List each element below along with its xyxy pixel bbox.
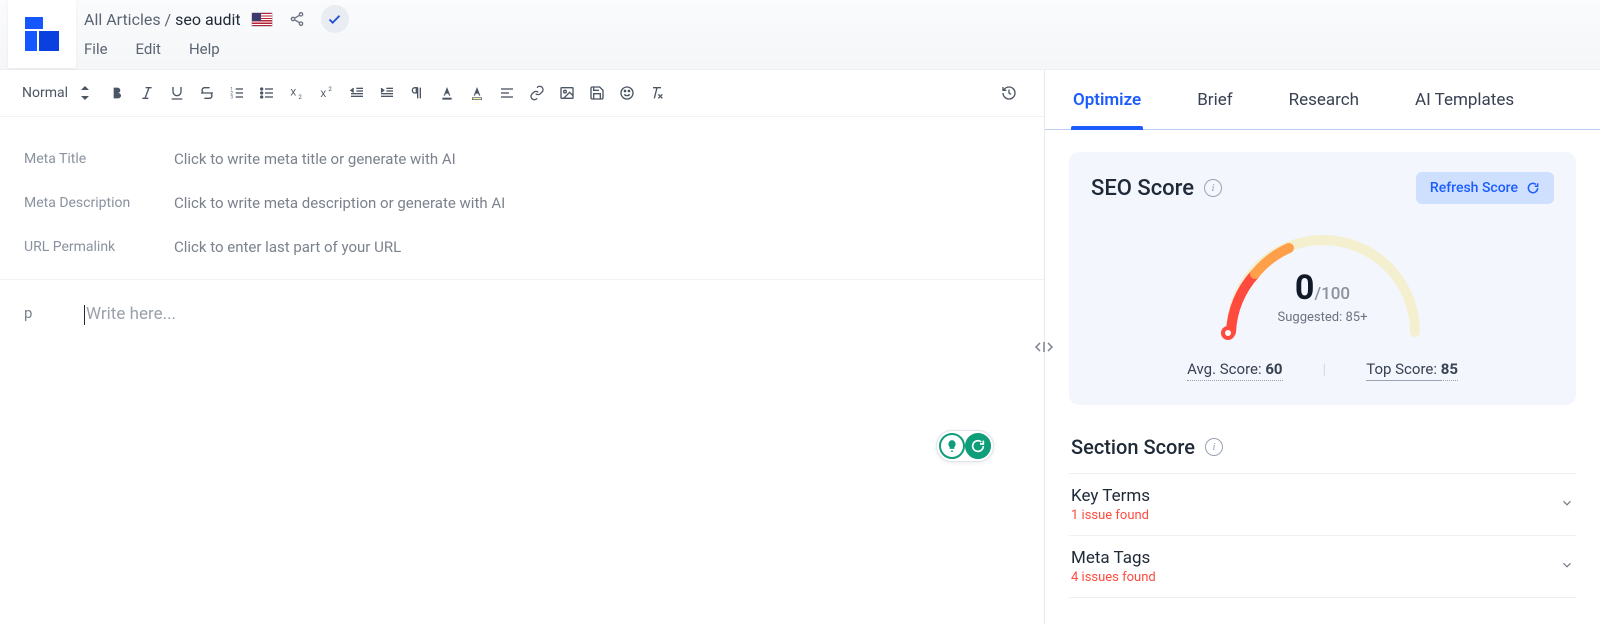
subscript-icon[interactable]: X2 [284, 80, 310, 106]
meta-title-label: Meta Title [24, 151, 174, 167]
svg-text:2: 2 [328, 86, 332, 93]
side-panel: Optimize Brief Research AI Templates SEO… [1045, 70, 1600, 624]
locale-flag-us[interactable] [251, 12, 273, 27]
pane-resize-handle[interactable] [1032, 335, 1056, 359]
unordered-list-icon[interactable] [254, 80, 280, 106]
gauge-indicator-icon [1221, 326, 1235, 340]
align-icon[interactable] [494, 80, 520, 106]
text-caret [84, 305, 85, 325]
grammarly-icon [965, 433, 991, 459]
menu-file[interactable]: File [84, 40, 108, 58]
seo-score-max: /100 [1314, 284, 1350, 304]
text-direction-icon[interactable] [404, 80, 430, 106]
editor-pane: Normal 123 X2 X2 [0, 70, 1045, 624]
clear-format-icon[interactable] [644, 80, 670, 106]
italic-icon[interactable] [134, 80, 160, 106]
refresh-score-button[interactable]: Refresh Score [1416, 172, 1554, 204]
bold-icon[interactable] [104, 80, 130, 106]
menu-help[interactable]: Help [189, 40, 220, 58]
menu-bar: File Edit Help [84, 34, 1600, 58]
breadcrumb-root[interactable]: All Articles [84, 10, 161, 29]
writing-assistant-badge[interactable] [936, 430, 994, 462]
outdent-icon[interactable] [344, 80, 370, 106]
seo-score-title: SEO Score [1091, 176, 1194, 201]
status-check-icon[interactable] [321, 5, 349, 33]
indent-icon[interactable] [374, 80, 400, 106]
editor-body[interactable]: Write here... [84, 304, 176, 600]
block-tag-indicator: p [24, 304, 54, 600]
menu-edit[interactable]: Edit [136, 40, 161, 58]
image-icon[interactable] [554, 80, 580, 106]
tab-research[interactable]: Research [1289, 70, 1359, 129]
section-row-meta-tags[interactable]: Meta Tags 4 issues found [1069, 535, 1576, 598]
breadcrumb-current[interactable]: seo audit [175, 10, 241, 29]
lightbulb-icon [939, 433, 965, 459]
seo-score-suggested: Suggested: 85+ [1213, 310, 1433, 325]
breadcrumb: All Articles / seo audit [84, 10, 241, 29]
editor-toolbar: Normal 123 X2 X2 [0, 70, 1044, 117]
ordered-list-icon[interactable]: 123 [224, 80, 250, 106]
info-icon[interactable]: i [1204, 179, 1222, 197]
meta-title-input[interactable]: Click to write meta title or generate wi… [174, 150, 456, 168]
seo-score-value: 0 [1295, 268, 1315, 308]
tab-brief[interactable]: Brief [1197, 70, 1232, 129]
emoji-icon[interactable] [614, 80, 640, 106]
url-permalink-input[interactable]: Click to enter last part of your URL [174, 238, 401, 256]
score-gauge: 0/100 Suggested: 85+ Avg. Score: 60 | To… [1091, 222, 1554, 381]
chevron-down-icon [1560, 495, 1574, 514]
paragraph-style-picker[interactable]: Normal [22, 85, 90, 101]
url-permalink-label: URL Permalink [24, 239, 174, 255]
history-icon[interactable] [996, 80, 1022, 106]
tab-ai-templates[interactable]: AI Templates [1415, 70, 1514, 129]
meta-fields: Meta Title Click to write meta title or … [0, 117, 1044, 280]
strikethrough-icon[interactable] [194, 80, 220, 106]
meta-description-label: Meta Description [24, 195, 174, 211]
svg-text:2: 2 [298, 94, 302, 101]
superscript-icon[interactable]: X2 [314, 80, 340, 106]
seo-score-card: SEO Score i Refresh Score [1069, 152, 1576, 405]
tab-optimize[interactable]: Optimize [1073, 70, 1141, 129]
underline-icon[interactable] [164, 80, 190, 106]
avg-score: Avg. Score: 60 [1187, 360, 1282, 381]
info-icon[interactable]: i [1205, 438, 1223, 456]
svg-text:X: X [320, 89, 326, 100]
section-row-key-terms[interactable]: Key Terms 1 issue found [1069, 473, 1576, 535]
share-icon[interactable] [283, 5, 311, 33]
link-icon[interactable] [524, 80, 550, 106]
text-color-icon[interactable] [434, 80, 460, 106]
svg-text:X: X [290, 88, 296, 99]
side-tabs: Optimize Brief Research AI Templates [1045, 70, 1600, 130]
top-score: Top Score: 85 [1366, 360, 1458, 381]
section-score-title: Section Score [1071, 435, 1195, 459]
highlight-icon[interactable] [464, 80, 490, 106]
app-logo[interactable] [8, 0, 76, 68]
save-icon[interactable] [584, 80, 610, 106]
svg-text:3: 3 [230, 94, 233, 100]
meta-description-input[interactable]: Click to write meta description or gener… [174, 194, 505, 212]
chevron-down-icon [1560, 557, 1574, 576]
top-bar: All Articles / seo audit File Edit Help [0, 0, 1600, 70]
